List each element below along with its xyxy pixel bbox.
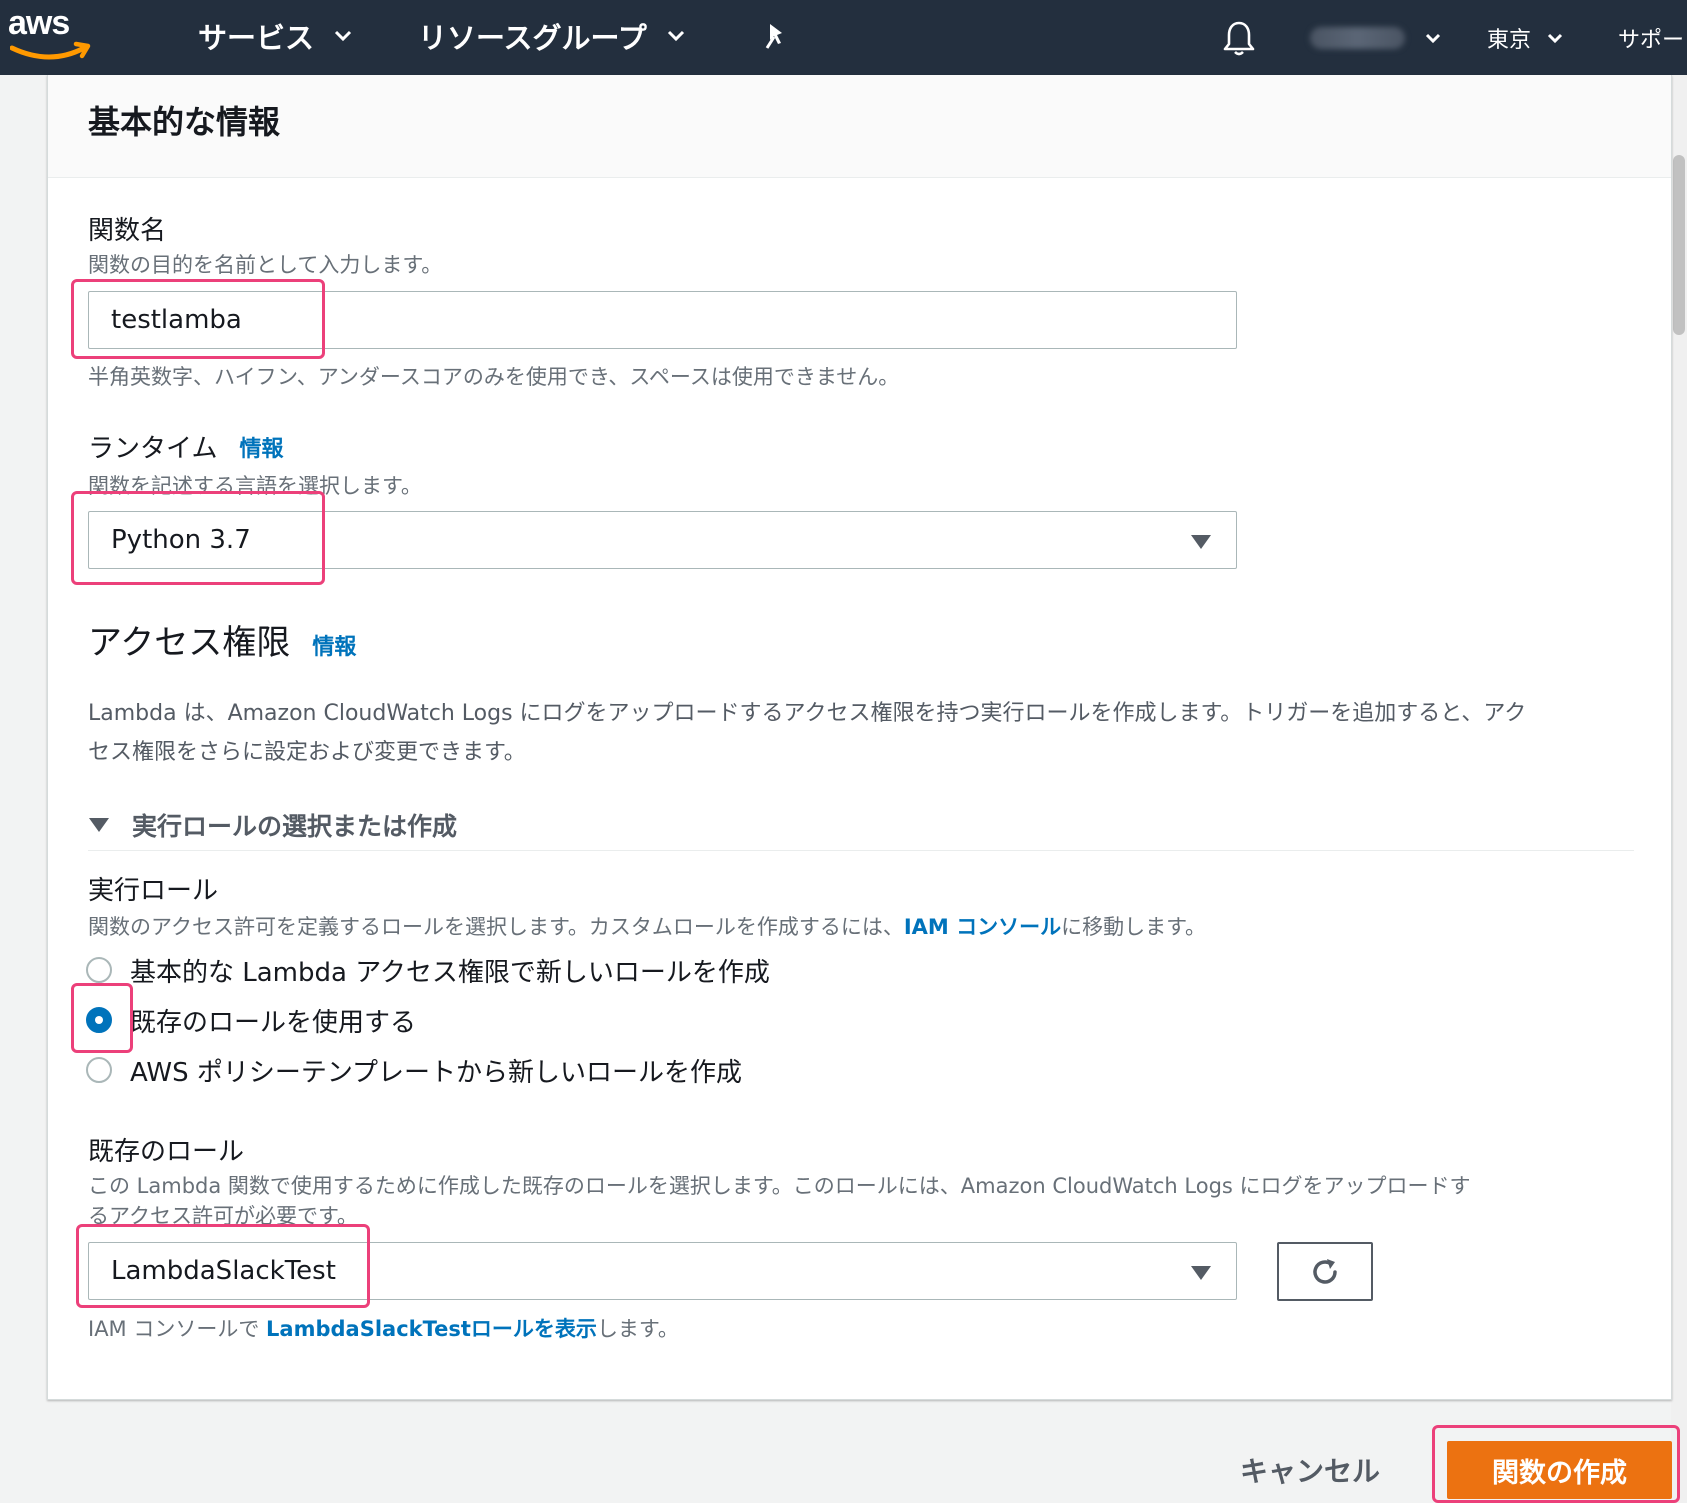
access-permissions-heading-row: アクセス権限 情報 xyxy=(88,615,356,664)
existing-role-select[interactable]: LambdaSlackTest xyxy=(88,1242,1237,1300)
radio-label: 既存のロールを使用する xyxy=(130,1007,417,1038)
aws-smile-icon xyxy=(10,41,91,60)
existing-role-footer: IAM コンソールで LambdaSlackTestロールを表示します。 xyxy=(88,1313,679,1343)
execution-role-description-prefix: 関数のアクセス許可を定義するロールを選択します。カスタムロールを作成するには、 xyxy=(88,915,904,939)
access-description-line-1: Lambda は、Amazon CloudWatch Logs にログをアップロ… xyxy=(88,701,1527,726)
existing-role-description-line-2: るアクセス許可が必要です。 xyxy=(88,1204,358,1228)
existing-role-footer-prefix: IAM コンソールで xyxy=(88,1317,267,1341)
runtime-value: Python 3.7 xyxy=(111,525,251,555)
runtime-label-row: ランタイム 情報 xyxy=(88,428,284,465)
resource-groups-label: リソースグループ xyxy=(418,21,647,55)
cancel-button[interactable]: キャンセル xyxy=(1240,1450,1380,1490)
radio-create-from-template[interactable]: AWS ポリシーテンプレートから新しいロールを作成 xyxy=(86,1048,742,1092)
function-name-hint: 半角英数字、ハイフン、アンダースコアのみを使用でき、スペースは使用できません。 xyxy=(88,365,900,389)
top-navigation-bar: aws サービス リソースグループ 東京 サポー xyxy=(0,0,1687,75)
runtime-label: ランタイム xyxy=(88,434,218,464)
account-name-blurred xyxy=(1310,27,1405,49)
access-description: Lambda は、Amazon CloudWatch Logs にログをアップロ… xyxy=(88,694,1648,772)
existing-role-footer-suffix: します。 xyxy=(596,1317,679,1341)
caret-down-icon xyxy=(89,817,109,832)
radio-button-selected[interactable] xyxy=(86,1007,112,1033)
iam-console-link[interactable]: IAM コンソール xyxy=(904,915,1061,939)
execution-role-description: 関数のアクセス許可を定義するロールを選択します。カスタムロールを作成するには、I… xyxy=(88,911,1206,941)
create-function-button[interactable]: 関数の作成 xyxy=(1447,1441,1672,1499)
create-function-label: 関数の作成 xyxy=(1492,1457,1627,1489)
radio-create-basic-role[interactable]: 基本的な Lambda アクセス権限で新しいロールを作成 xyxy=(86,948,770,992)
refresh-icon xyxy=(1313,1258,1337,1284)
access-info-link[interactable]: 情報 xyxy=(312,629,356,661)
scrollbar-thumb[interactable] xyxy=(1673,155,1685,335)
radio-button[interactable] xyxy=(86,1057,112,1083)
runtime-select[interactable]: Python 3.7 xyxy=(88,511,1237,569)
pin-icon xyxy=(765,24,782,49)
panel-header: 基本的な情報 xyxy=(48,75,1671,178)
services-menu-label: サービス xyxy=(198,21,315,55)
refresh-roles-button[interactable] xyxy=(1277,1242,1373,1301)
aws-logo[interactable]: aws xyxy=(8,4,98,64)
caret-down-icon xyxy=(1191,535,1211,549)
existing-role-value: LambdaSlackTest xyxy=(111,1256,336,1286)
execution-role-label: 実行ロール xyxy=(88,876,219,906)
aws-logo-text: aws xyxy=(8,4,70,42)
page-scrollbar[interactable] xyxy=(1671,75,1687,1503)
account-menu[interactable] xyxy=(1310,18,1441,58)
chevron-down-icon xyxy=(667,30,684,42)
chevron-down-icon xyxy=(1547,33,1563,43)
pin-button[interactable] xyxy=(760,14,790,58)
support-label: サポート xyxy=(1618,28,1687,53)
function-name-label: 関数名 xyxy=(88,216,167,246)
existing-role-description: この Lambda 関数で使用するために作成した既存のロールを選択します。このロ… xyxy=(88,1171,1471,1231)
runtime-description: 関数を記述する言語を選択します。 xyxy=(88,474,422,498)
caret-down-icon xyxy=(1191,1266,1211,1280)
function-name-description: 関数の目的を名前として入力します。 xyxy=(88,253,443,277)
region-menu[interactable]: 東京 xyxy=(1487,18,1563,58)
radio-use-existing-role[interactable]: 既存のロールを使用する xyxy=(86,998,416,1042)
view-role-link[interactable]: LambdaSlackTestロールを表示 xyxy=(266,1317,597,1341)
access-description-line-2: セス権限をさらに設定および変更できます。 xyxy=(88,740,526,765)
execution-role-expander[interactable]: 実行ロールの選択または作成 xyxy=(88,799,1634,851)
services-menu[interactable]: サービス xyxy=(198,14,352,58)
radio-label: 基本的な Lambda アクセス権限で新しいロールを作成 xyxy=(130,957,770,988)
chevron-down-icon xyxy=(1425,33,1441,43)
support-menu[interactable]: サポート xyxy=(1618,18,1687,58)
resource-groups-menu[interactable]: リソースグループ xyxy=(418,14,685,58)
execution-role-description-suffix: に移動します。 xyxy=(1061,915,1207,939)
existing-role-label: 既存のロール xyxy=(88,1137,245,1167)
runtime-info-link[interactable]: 情報 xyxy=(239,431,283,463)
function-name-value: testlamba xyxy=(111,305,242,335)
chevron-down-icon xyxy=(334,30,352,42)
region-label: 東京 xyxy=(1487,28,1532,53)
basic-information-panel: 基本的な情報 関数名 関数の目的を名前として入力します。 testlamba 半… xyxy=(47,75,1672,1400)
radio-button[interactable] xyxy=(86,957,112,983)
execution-role-expander-label: 実行ロールの選択または作成 xyxy=(132,811,458,841)
radio-label: AWS ポリシーテンプレートから新しいロールを作成 xyxy=(130,1057,743,1088)
existing-role-description-line-1: この Lambda 関数で使用するために作成した既存のロールを選択します。このロ… xyxy=(88,1174,1471,1198)
notifications-button[interactable] xyxy=(1222,18,1256,58)
bell-icon xyxy=(1223,21,1255,56)
panel-title: 基本的な情報 xyxy=(88,103,281,141)
function-name-input[interactable]: testlamba xyxy=(88,291,1237,349)
access-permissions-heading: アクセス権限 xyxy=(88,623,291,663)
